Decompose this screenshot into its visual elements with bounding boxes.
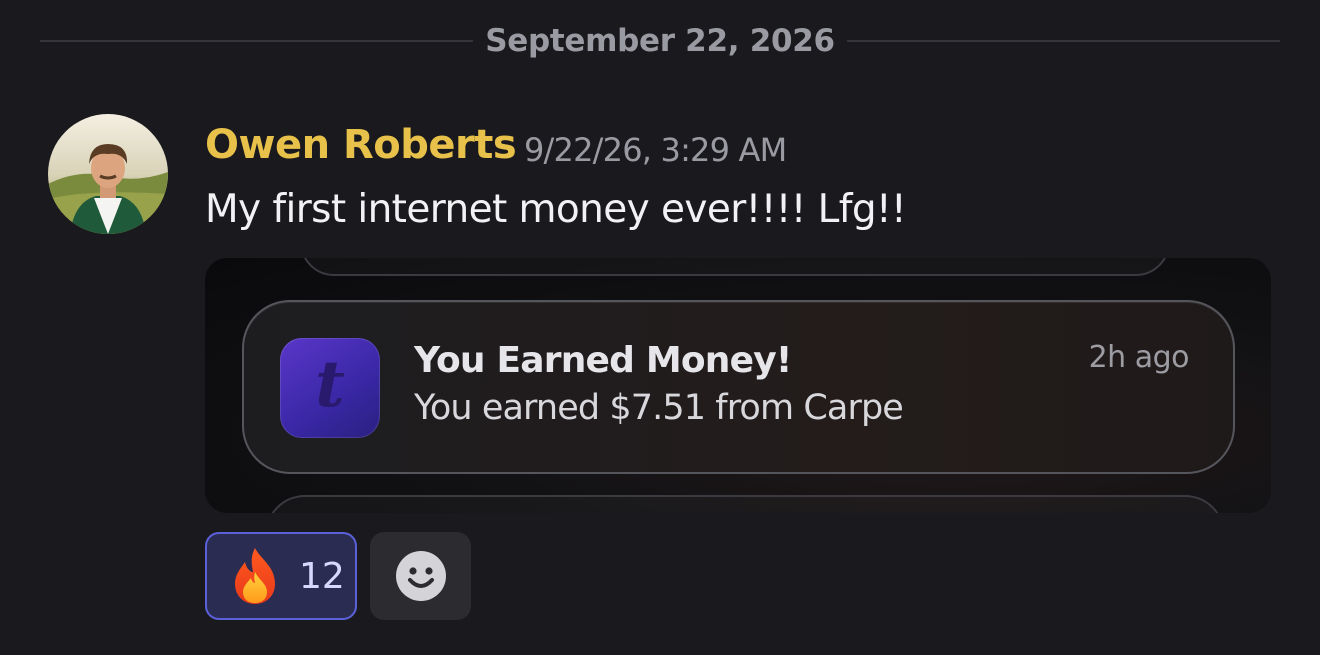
notification-title: You Earned Money! bbox=[414, 340, 792, 381]
reaction-count: 12 bbox=[299, 555, 345, 597]
divider-line-right bbox=[847, 40, 1280, 42]
message-text: My first internet money ever!!!! Lfg!! bbox=[205, 187, 907, 232]
notification-time: 2h ago bbox=[1088, 340, 1190, 375]
stacked-notification-bottom bbox=[265, 495, 1225, 513]
reaction-fire[interactable]: 12 bbox=[205, 532, 357, 620]
user-avatar-photo-icon bbox=[48, 114, 168, 234]
notification-card: t You Earned Money! You earned $7.51 fro… bbox=[242, 300, 1235, 474]
add-reaction-button[interactable] bbox=[370, 532, 471, 620]
embedded-screenshot[interactable]: t You Earned Money! You earned $7.51 fro… bbox=[205, 258, 1271, 513]
app-icon-letter: t bbox=[315, 347, 345, 422]
date-divider: September 22, 2026 bbox=[40, 20, 1280, 62]
chat-message-view: September 22, 2026 Owen Roberts 9/22/26,… bbox=[0, 0, 1320, 655]
tip-app-icon: t bbox=[280, 338, 380, 438]
message-timestamp: 9/22/26, 3:29 AM bbox=[524, 131, 787, 169]
avatar[interactable] bbox=[48, 114, 168, 234]
divider-date: September 22, 2026 bbox=[485, 23, 835, 59]
message-author[interactable]: Owen Roberts bbox=[205, 122, 517, 168]
divider-line-left bbox=[40, 40, 473, 42]
smiley-icon bbox=[395, 551, 446, 601]
fire-emoji-icon bbox=[235, 548, 275, 604]
notification-body: You earned $7.51 from Carpe bbox=[414, 388, 904, 428]
stacked-notification-top bbox=[300, 258, 1170, 276]
